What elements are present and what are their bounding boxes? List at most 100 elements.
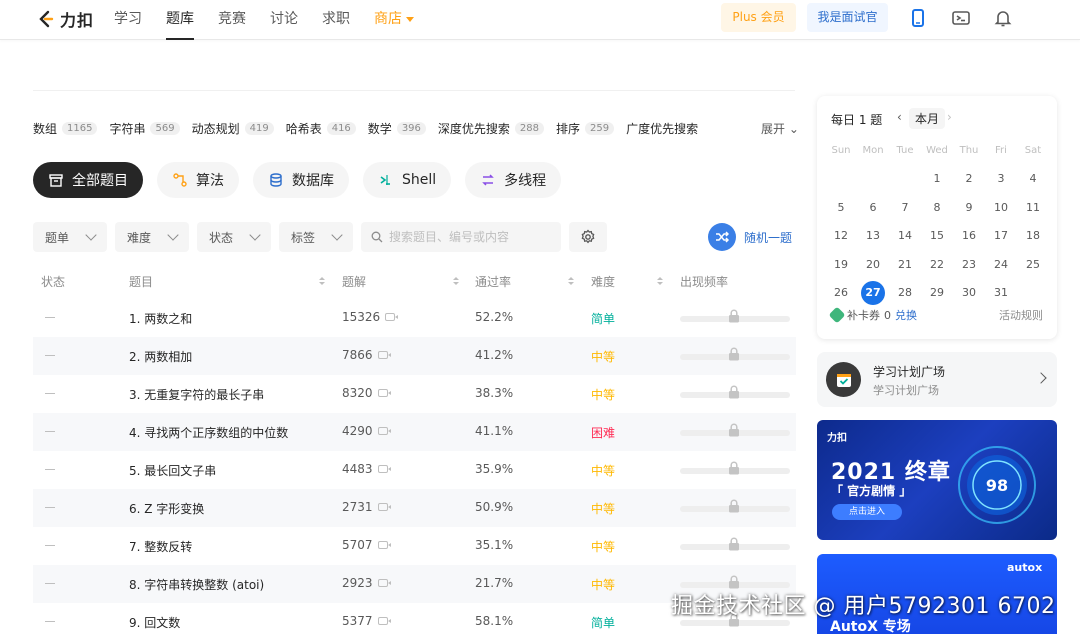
- lock-icon[interactable]: [728, 385, 740, 399]
- year-end-banner[interactable]: 力扣 2021 终章 「 官方剧情 」 点击进入 98: [817, 420, 1057, 540]
- settings-button[interactable]: [569, 222, 607, 252]
- calendar-day[interactable]: 5: [825, 193, 857, 222]
- tab-algorithms[interactable]: 算法: [157, 162, 239, 198]
- calendar-day[interactable]: 23: [953, 250, 985, 279]
- expand-tags-button[interactable]: 展开 ⌄: [757, 120, 799, 137]
- plus-member-button[interactable]: Plus 会员: [721, 3, 796, 32]
- tag-item[interactable]: 动态规划 419: [192, 120, 274, 137]
- problem-title[interactable]: 8. 字符串转换整数 (atoi): [129, 576, 264, 593]
- calendar-day[interactable]: 18: [1017, 222, 1049, 251]
- calendar-day[interactable]: 4: [1017, 165, 1049, 194]
- tab-concurrency[interactable]: 多线程: [465, 162, 562, 198]
- tag-item[interactable]: 字符串 569: [109, 120, 180, 137]
- tag-item[interactable]: 广度优先搜索: [626, 120, 698, 137]
- tab-database[interactable]: 数据库: [253, 162, 349, 198]
- lock-icon[interactable]: [728, 309, 740, 323]
- calendar-day[interactable]: 13: [857, 222, 889, 251]
- problem-title[interactable]: 3. 无重复字符的最长子串: [129, 386, 264, 403]
- calendar-day[interactable]: 24: [985, 250, 1017, 279]
- lock-icon[interactable]: [728, 537, 740, 551]
- calendar-day[interactable]: 1: [921, 165, 953, 194]
- nav-contest[interactable]: 竞赛: [218, 0, 246, 40]
- calendar-day[interactable]: 28: [889, 279, 921, 308]
- problem-title[interactable]: 2. 两数相加: [129, 348, 192, 365]
- calendar-day[interactable]: 6: [857, 193, 889, 222]
- calendar-day[interactable]: 31: [985, 279, 1017, 308]
- problem-title[interactable]: 4. 寻找两个正序数组的中位数: [129, 424, 288, 441]
- lock-icon[interactable]: [728, 423, 740, 437]
- chevron-right-icon[interactable]: ›: [947, 110, 952, 124]
- calendar-day[interactable]: 25: [1017, 250, 1049, 279]
- nav-problemset[interactable]: 题库: [166, 0, 194, 40]
- lock-icon[interactable]: [728, 499, 740, 513]
- calendar-day[interactable]: 26: [825, 279, 857, 308]
- calendar-day[interactable]: 11: [1017, 193, 1049, 222]
- nav-learn[interactable]: 学习: [114, 0, 142, 40]
- header-difficulty[interactable]: 难度: [591, 273, 663, 290]
- redeem-link[interactable]: 兑换: [895, 307, 917, 323]
- logo[interactable]: 力扣: [36, 7, 94, 31]
- tag-item[interactable]: 深度优先搜索 288: [438, 120, 545, 137]
- calendar-day[interactable]: 10: [985, 193, 1017, 222]
- tab-all-problems[interactable]: 全部题目: [33, 162, 143, 198]
- calendar-day[interactable]: 14: [889, 222, 921, 251]
- study-plan-card[interactable]: 学习计划广场 学习计划广场: [817, 352, 1057, 407]
- terminal-icon[interactable]: [951, 8, 971, 28]
- table-row[interactable]: 4. 寻找两个正序数组的中位数 4290 41.1% 困难: [33, 413, 796, 451]
- solutions-cell[interactable]: 5707: [342, 538, 391, 552]
- problem-title[interactable]: 9. 回文数: [129, 614, 180, 631]
- table-row[interactable]: 6. Z 字形变换 2731 50.9% 中等: [33, 489, 796, 527]
- mobile-icon[interactable]: [908, 8, 928, 28]
- tag-item[interactable]: 数学 396: [368, 120, 426, 137]
- table-row[interactable]: 1. 两数之和 15326 52.2% 简单: [33, 299, 796, 337]
- lock-icon[interactable]: [728, 575, 740, 589]
- table-row[interactable]: 5. 最长回文子串 4483 35.9% 中等: [33, 451, 796, 489]
- header-title[interactable]: 题目: [129, 273, 325, 290]
- status-dropdown[interactable]: 状态: [197, 222, 271, 252]
- calendar-day[interactable]: 21: [889, 250, 921, 279]
- solutions-cell[interactable]: 2731: [342, 500, 391, 514]
- problem-title[interactable]: 6. Z 字形变换: [129, 500, 204, 517]
- calendar-day[interactable]: 3: [985, 165, 1017, 194]
- calendar-day[interactable]: 9: [953, 193, 985, 222]
- calendar-day[interactable]: 27: [857, 279, 889, 308]
- calendar-day[interactable]: 12: [825, 222, 857, 251]
- tag-item[interactable]: 哈希表 416: [286, 120, 356, 137]
- table-row[interactable]: 3. 无重复字符的最长子串 8320 38.3% 中等: [33, 375, 796, 413]
- tab-shell[interactable]: Shell: [363, 162, 452, 198]
- calendar-day[interactable]: 29: [921, 279, 953, 308]
- interviewer-button[interactable]: 我是面试官: [807, 3, 888, 32]
- bell-icon[interactable]: [993, 8, 1013, 28]
- nav-jobs[interactable]: 求职: [322, 0, 350, 40]
- calendar-day[interactable]: 30: [953, 279, 985, 308]
- header-frequency[interactable]: 出现频率: [680, 273, 728, 290]
- lock-icon[interactable]: [728, 347, 740, 361]
- problem-list-dropdown[interactable]: 题单: [33, 222, 107, 252]
- problem-title[interactable]: 5. 最长回文子串: [129, 462, 216, 479]
- calendar-day[interactable]: 2: [953, 165, 985, 194]
- calendar-day[interactable]: 8: [921, 193, 953, 222]
- table-row[interactable]: 2. 两数相加 7866 41.2% 中等: [33, 337, 796, 375]
- header-solutions[interactable]: 题解: [342, 273, 459, 290]
- rules-link[interactable]: 活动规则: [999, 307, 1043, 323]
- calendar-day[interactable]: 22: [921, 250, 953, 279]
- calendar-day[interactable]: 20: [857, 250, 889, 279]
- calendar-day[interactable]: 7: [889, 193, 921, 222]
- solutions-cell[interactable]: 15326: [342, 310, 399, 324]
- problem-title[interactable]: 7. 整数反转: [129, 538, 192, 555]
- lock-icon[interactable]: [728, 461, 740, 475]
- header-acceptance[interactable]: 通过率: [475, 273, 574, 290]
- difficulty-dropdown[interactable]: 难度: [115, 222, 189, 252]
- solutions-cell[interactable]: 2923: [342, 576, 391, 590]
- nav-discuss[interactable]: 讨论: [270, 0, 298, 40]
- chevron-left-icon[interactable]: ‹: [897, 110, 902, 124]
- tags-dropdown[interactable]: 标签: [279, 222, 353, 252]
- calendar-day[interactable]: 17: [985, 222, 1017, 251]
- random-problem-button[interactable]: 随机一题: [708, 222, 792, 252]
- problem-title[interactable]: 1. 两数之和: [129, 310, 192, 327]
- tag-item[interactable]: 数组 1165: [33, 120, 98, 137]
- solutions-cell[interactable]: 4483: [342, 462, 391, 476]
- solutions-cell[interactable]: 4290: [342, 424, 391, 438]
- nav-store[interactable]: 商店: [374, 0, 414, 40]
- solutions-cell[interactable]: 5377: [342, 614, 391, 628]
